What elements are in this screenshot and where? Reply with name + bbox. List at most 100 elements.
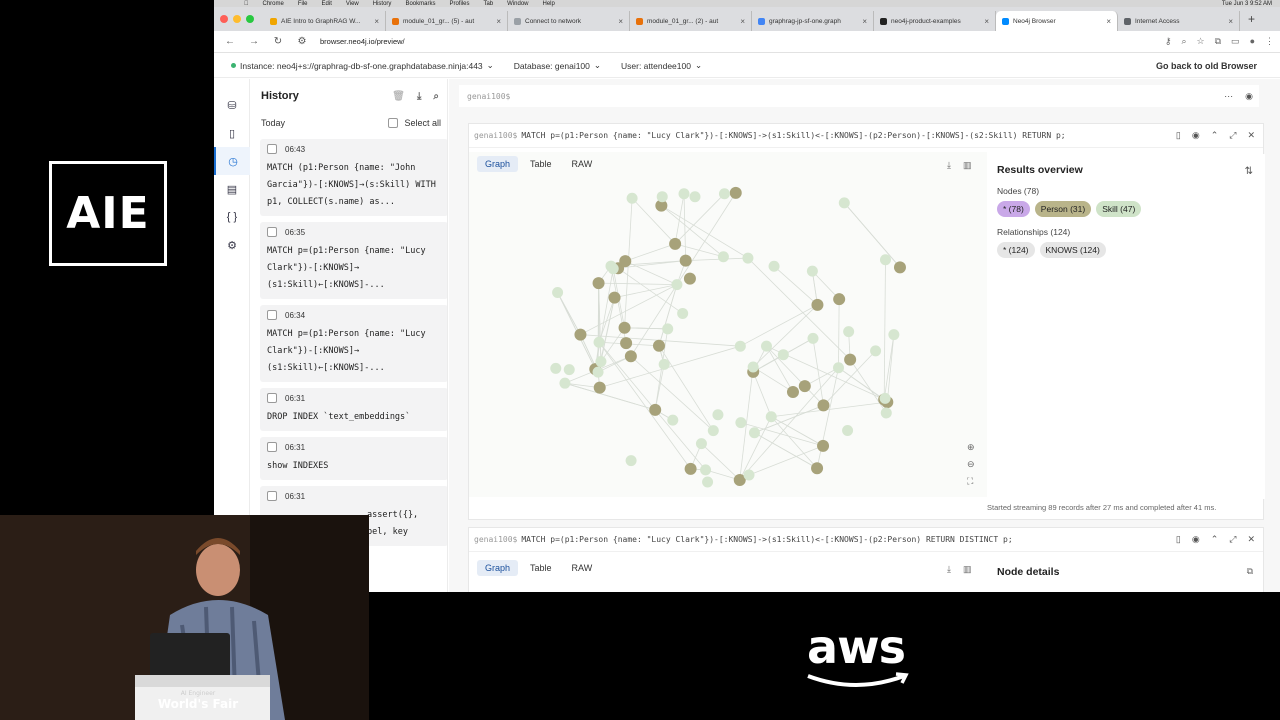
menu-history[interactable]: History	[373, 1, 392, 7]
tab-close-icon[interactable]: ×	[1106, 17, 1111, 26]
download-icon[interactable]: ⤓	[417, 91, 421, 102]
skill-node[interactable]	[593, 336, 605, 348]
chip-all-nodes[interactable]: * (78)	[997, 201, 1030, 217]
tab-close-icon[interactable]: ×	[496, 17, 501, 26]
select-all-checkbox[interactable]	[388, 118, 399, 128]
minimize-window-button[interactable]	[233, 15, 241, 23]
menu-window[interactable]: Window	[507, 1, 528, 7]
skill-node[interactable]	[735, 417, 747, 429]
instance-selector[interactable]: Instance: neo4j+s://graphrag-db-sf-one.g…	[240, 60, 494, 71]
collapse-icon[interactable]: ⌃	[1211, 130, 1219, 141]
relationship-edge[interactable]	[685, 257, 748, 262]
browser-tab[interactable]: graphrag-jp-sf-one.graph ×	[752, 11, 874, 31]
tab-graph[interactable]: Graph	[477, 560, 519, 576]
person-node[interactable]	[811, 298, 824, 311]
person-node[interactable]	[624, 350, 637, 363]
history-item-checkbox[interactable]	[267, 393, 277, 403]
skill-node[interactable]	[879, 254, 891, 266]
relationship-edge[interactable]	[676, 192, 737, 285]
relationship-edge[interactable]	[564, 382, 656, 411]
browser-tab[interactable]: Connect to network ×	[508, 11, 630, 31]
relationship-edge[interactable]	[683, 193, 687, 261]
graph-visualization[interactable]: ⤓ ▥ ⊕ ⊖ ⛶	[469, 152, 987, 497]
skill-node[interactable]	[595, 356, 607, 368]
fit-to-screen-icon[interactable]: ⛶	[967, 476, 975, 487]
skill-node[interactable]	[879, 392, 891, 404]
docs-book-icon[interactable]: ▤	[214, 175, 250, 203]
bookmark-star-icon[interactable]: ☆	[1197, 36, 1205, 47]
person-node[interactable]	[652, 339, 665, 352]
person-node[interactable]	[649, 403, 662, 416]
skill-node[interactable]	[658, 358, 670, 370]
relationship-edge[interactable]	[752, 366, 794, 393]
skill-node[interactable]	[717, 251, 729, 263]
browser-tab[interactable]: neo4j-product-examples ×	[874, 11, 996, 31]
bookmark-icon[interactable]: ▯	[214, 119, 250, 147]
skill-node[interactable]	[667, 414, 679, 426]
frame-query-line[interactable]: genai100$ MATCH p=(p1:Person {name: "Luc…	[469, 124, 1263, 148]
person-node[interactable]	[608, 291, 621, 304]
person-node[interactable]	[618, 321, 631, 334]
person-node[interactable]	[729, 186, 742, 199]
cypher-editor[interactable]: genai100$ ⋯ ◉	[459, 85, 1259, 107]
old-browser-link[interactable]: Go back to old Browser	[1156, 61, 1257, 71]
skill-node[interactable]	[718, 188, 730, 200]
history-icon[interactable]: ◷	[214, 147, 250, 175]
database-icon[interactable]: ⛁	[214, 91, 250, 119]
person-node[interactable]	[684, 462, 697, 475]
relationship-edge[interactable]	[740, 304, 818, 347]
relationship-edge[interactable]	[754, 405, 824, 434]
skill-node[interactable]	[662, 323, 674, 335]
skill-node[interactable]	[734, 340, 746, 352]
tab-close-icon[interactable]: ×	[862, 17, 867, 26]
menu-view[interactable]: View	[346, 1, 359, 7]
copy-icon[interactable]: ⧉	[1247, 566, 1253, 577]
person-node[interactable]	[574, 328, 587, 341]
skill-node[interactable]	[807, 332, 819, 344]
relationship-edge[interactable]	[752, 371, 772, 417]
tab-graph[interactable]: Graph	[477, 156, 519, 172]
settings-gear-icon[interactable]: ⚙	[214, 231, 250, 259]
zoom-in-icon[interactable]: ⊕	[967, 442, 975, 453]
skill-node[interactable]	[552, 287, 564, 299]
person-node[interactable]	[619, 255, 632, 268]
skill-node[interactable]	[888, 329, 900, 341]
skill-node[interactable]	[843, 326, 855, 338]
skill-node[interactable]	[880, 407, 892, 419]
sort-icon[interactable]: ⇅	[1245, 166, 1253, 177]
menu-profiles[interactable]: Profiles	[449, 1, 469, 7]
person-node[interactable]	[669, 237, 682, 250]
history-item-checkbox[interactable]	[267, 227, 277, 237]
person-node[interactable]	[620, 337, 633, 350]
person-node[interactable]	[786, 385, 799, 398]
history-item-checkbox[interactable]	[267, 442, 277, 452]
skill-node[interactable]	[760, 340, 772, 352]
maximize-window-button[interactable]	[246, 15, 254, 23]
menu-apple-icon[interactable]: 	[244, 1, 249, 7]
relationship-edge[interactable]	[843, 202, 901, 268]
history-item[interactable]: 06:34 MATCH p=(p1:Person {name: "Lucy Cl…	[260, 305, 447, 382]
browser-tab-active[interactable]: Neo4j Browser ×	[996, 11, 1118, 31]
skill-node[interactable]	[742, 252, 754, 264]
profile-avatar-icon[interactable]: ●	[1250, 36, 1255, 47]
extensions-icon[interactable]: ⧉	[1215, 36, 1221, 47]
menu-file[interactable]: File	[298, 1, 308, 7]
select-all-control[interactable]: Select all	[388, 118, 441, 128]
person-node[interactable]	[679, 254, 692, 267]
skill-node[interactable]	[777, 349, 789, 361]
download-icon[interactable]: ⤓	[947, 564, 951, 575]
params-braces-icon[interactable]: { }	[214, 203, 250, 231]
skill-node[interactable]	[838, 197, 850, 209]
rerun-icon[interactable]: ◉	[1192, 534, 1200, 545]
user-selector[interactable]: User: attendee100 ⌄	[621, 60, 702, 71]
person-node[interactable]	[893, 261, 906, 274]
browser-tab[interactable]: AIE Intro to GraphRAG W... ×	[264, 11, 386, 31]
download-icon[interactable]: ⤓	[947, 160, 951, 171]
chip-skill[interactable]: Skill (47)	[1096, 201, 1142, 217]
bookmark-icon[interactable]: ▯	[1176, 534, 1181, 545]
chip-all-rels[interactable]: * (124)	[997, 242, 1035, 258]
history-item[interactable]: 06:31 DROP INDEX `text_embeddings`	[260, 388, 447, 431]
url-field[interactable]: browser.neo4j.io/preview/	[320, 37, 405, 46]
fullscreen-icon[interactable]: ⤢	[1229, 534, 1236, 545]
menu-help[interactable]: Help	[543, 1, 555, 7]
